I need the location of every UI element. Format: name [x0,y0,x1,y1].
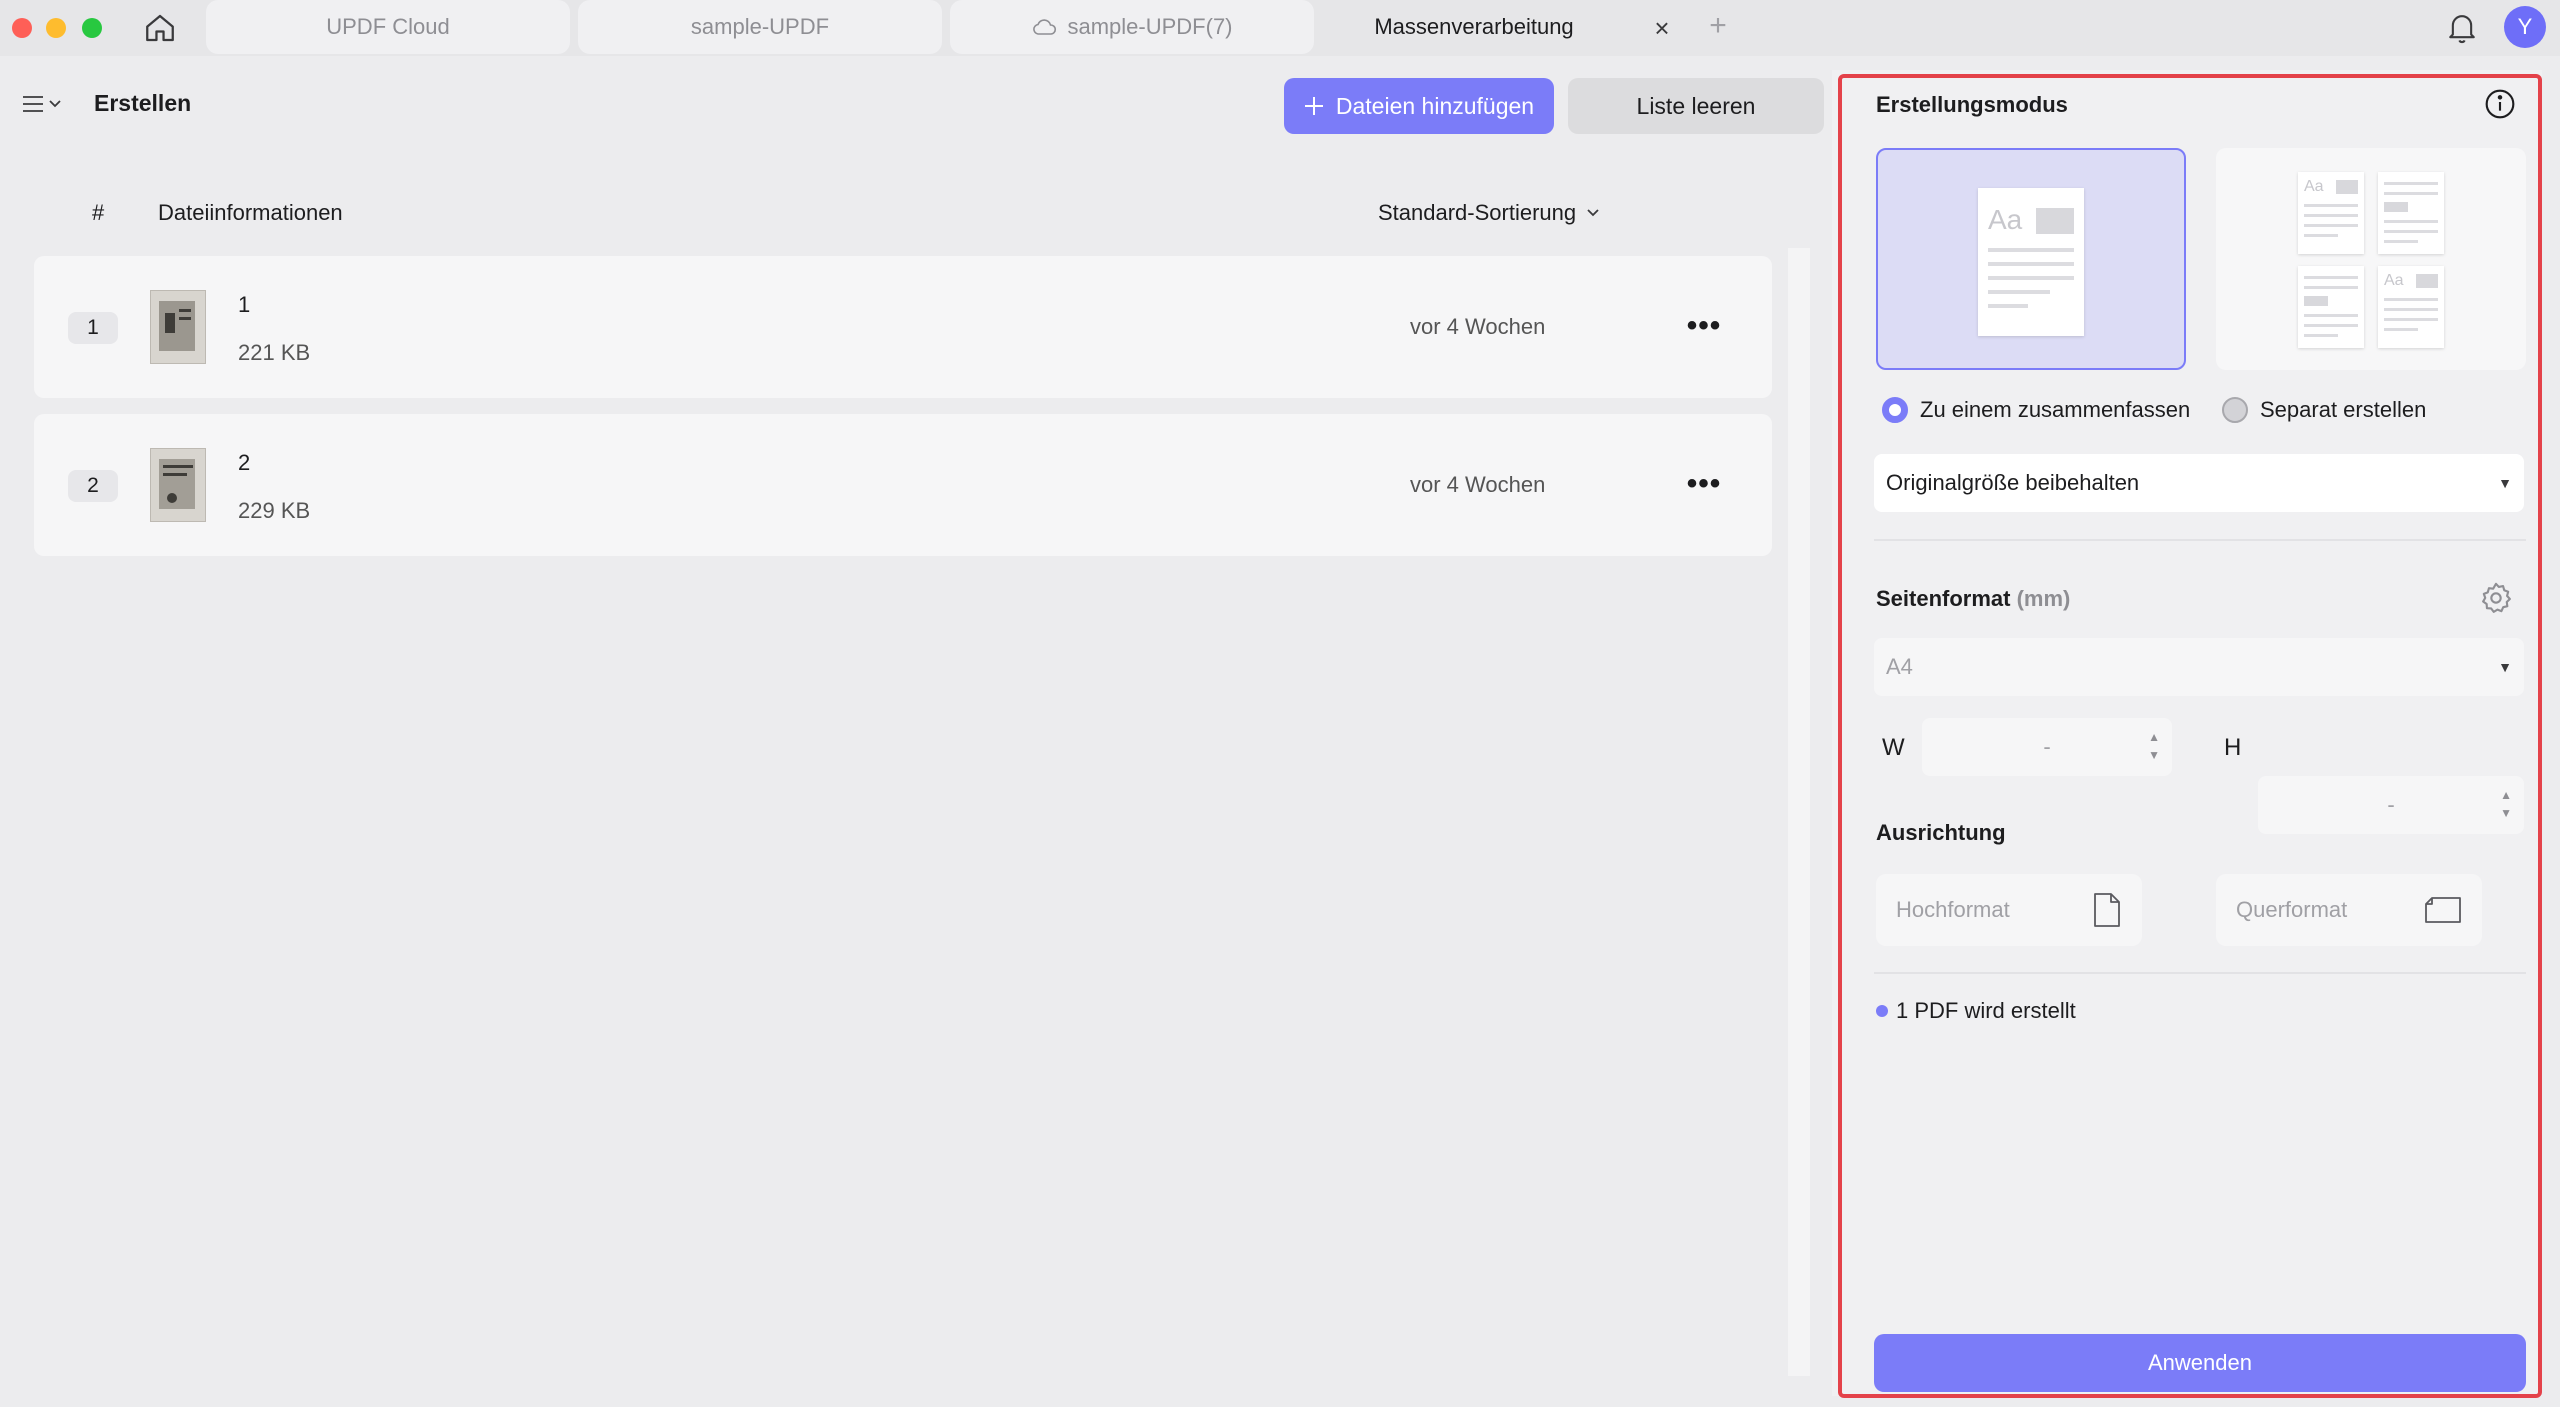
thumb-text: Aa [1988,204,2023,235]
portrait-icon [2094,893,2120,927]
tab-sample-updf-7[interactable]: sample-UPDF(7) [950,0,1314,54]
stepper-arrows-icon[interactable]: ▲ ▼ [2148,728,2160,764]
list-scrollbar[interactable] [1788,248,1810,1376]
column-header-info: Dateiinformationen [158,200,343,225]
document-thumbnail: Aa [1978,188,2084,336]
file-date: vor 4 Wochen [1410,472,1546,497]
page-format-select[interactable]: A4 ▼ [1874,638,2524,696]
tab-updf-cloud[interactable]: UPDF Cloud [206,0,570,54]
home-button[interactable] [140,8,180,48]
document-thumbnail [2378,172,2444,254]
status-dot [1876,1005,1888,1017]
add-files-button[interactable]: Dateien hinzufügen [1284,78,1554,134]
tab-label: UPDF Cloud [326,14,450,39]
portrait-option[interactable]: Hochformat [1876,874,2142,946]
divider [1874,972,2526,974]
height-value: - [2387,792,2395,817]
landscape-option[interactable]: Querformat [2216,874,2482,946]
tab-sample-updf[interactable]: sample-UPDF [578,0,942,54]
page-format-label: Seitenformat [1876,586,2011,611]
chevron-down-icon [1587,209,1599,217]
file-row[interactable]: 1 1 221 KB vor 4 Wochen ••• [34,256,1772,398]
status-message: 1 PDF wird erstellt [1876,998,2076,1024]
more-options-button[interactable]: ••• [1684,466,1724,502]
radio-merge[interactable]: Zu einem zusammenfassen [1882,392,2190,428]
document-thumbnail: Aa [2298,172,2364,254]
mode-card-separate[interactable]: Aa Aa [2216,148,2526,370]
avatar[interactable]: Y [2504,6,2546,48]
window-zoom-button[interactable] [82,18,102,38]
caret-down-icon: ▼ [2498,475,2512,491]
file-index: 2 [68,470,118,502]
home-icon [146,14,174,42]
width-value: - [2043,734,2051,759]
file-index: 1 [68,312,118,344]
page-format-unit: (mm) [2016,586,2071,611]
caret-down-icon: ▼ [2498,659,2512,675]
orientation-title: Ausrichtung [1876,820,2006,845]
thumb-text: Aa [2384,272,2404,289]
page-format-settings-button[interactable] [2476,578,2516,618]
landscape-label: Querformat [2236,897,2348,922]
width-stepper[interactable]: - ▲ ▼ [1922,718,2172,776]
window-minimize-button[interactable] [46,18,66,38]
page-size-value: Originalgröße beibehalten [1886,470,2140,495]
height-label: H [2224,734,2242,761]
tab-massenverarbeitung[interactable]: Massenverarbeitung [1322,0,1686,54]
page-format-title: Seitenformat (mm) [1876,586,2070,612]
mode-card-merge[interactable]: Aa [1876,148,2186,370]
plus-icon [1304,97,1323,115]
radio-separate[interactable]: Separat erstellen [2222,392,2426,428]
menu-icon [23,96,43,112]
creation-mode-title: Erstellungsmodus [1876,92,2068,117]
column-header-index: # [92,200,105,225]
status-text: 1 PDF wird erstellt [1896,998,2076,1023]
tab-label: sample-UPDF [690,14,830,39]
add-files-label: Dateien hinzufügen [1335,92,1535,119]
page-size-select[interactable]: Originalgröße beibehalten ▼ [1874,454,2524,512]
landscape-icon [2425,897,2461,923]
radio-unselected[interactable] [2222,397,2248,423]
page-title: Erstellen [94,90,192,116]
more-options-button[interactable]: ••• [1684,308,1724,344]
radio-merge-label: Zu einem zusammenfassen [1920,397,2191,422]
file-row[interactable]: 2 2 229 KB vor 4 Wochen ••• [34,414,1772,556]
file-name: 2 [238,450,251,475]
tab-label: Massenverarbeitung [1374,14,1574,39]
file-size: 221 KB [238,340,311,365]
apply-button[interactable]: Anwenden [1874,1334,2526,1392]
portrait-label: Hochformat [1896,897,2010,922]
width-label: W [1882,734,1905,761]
page-format-value: A4 [1886,654,1913,679]
cloud-icon [1033,19,1057,35]
document-thumbnail [2298,266,2364,348]
info-button[interactable] [2484,88,2516,125]
sort-dropdown[interactable]: Standard-Sortierung [1378,200,1600,226]
menu-toggle[interactable] [22,88,70,120]
sort-label: Standard-Sortierung [1378,200,1577,225]
tab-label: sample-UPDF(7) [1067,14,1233,39]
file-thumbnail [150,448,206,522]
clear-list-button[interactable]: Liste leeren [1568,78,1824,134]
thumb-text: Aa [2304,178,2324,195]
bell-icon [2449,15,2475,44]
close-icon[interactable]: × [1646,12,1678,44]
window-close-button[interactable] [12,18,32,38]
stepper-arrows-icon[interactable]: ▲ ▼ [2500,786,2512,822]
gear-icon [2482,582,2511,613]
radio-selected[interactable] [1882,397,1908,423]
file-thumbnail [150,290,206,364]
chevron-down-icon [49,100,61,108]
radio-separate-label: Separat erstellen [2260,397,2427,422]
file-size: 229 KB [238,498,311,523]
file-date: vor 4 Wochen [1410,314,1546,339]
height-stepper[interactable]: - ▲ ▼ [2258,776,2524,834]
divider [1874,539,2526,541]
notifications-button[interactable] [2440,6,2484,50]
document-thumbnail: Aa [2378,266,2444,348]
file-name: 1 [238,292,251,317]
info-icon [2485,89,2515,119]
plus-icon[interactable]: + [1702,9,1734,42]
